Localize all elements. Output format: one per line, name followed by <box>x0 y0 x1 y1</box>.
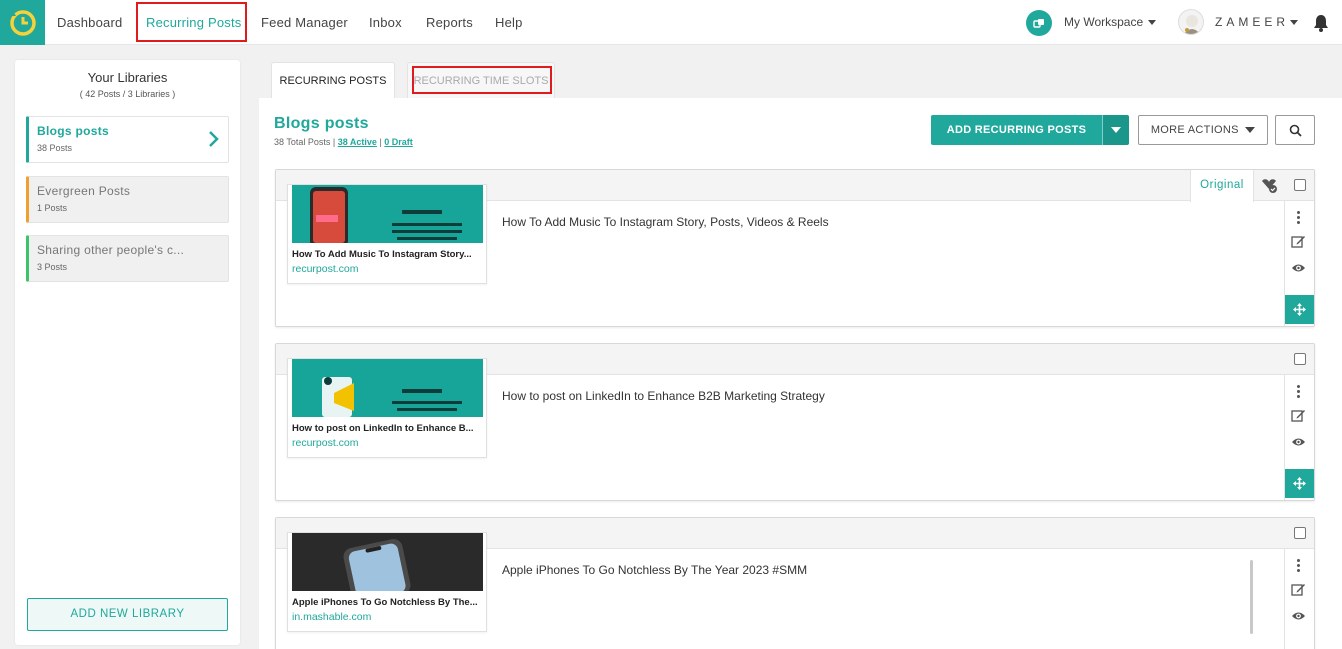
chevron-down-icon <box>1148 20 1157 26</box>
library-sidebar: Your Libraries ( 42 Posts / 3 Libraries … <box>15 60 240 645</box>
eye-icon[interactable] <box>1291 610 1306 622</box>
draft-posts-link[interactable]: 0 Draft <box>384 137 413 147</box>
library-item-evergreen-posts[interactable]: Evergreen Posts 1 Posts <box>26 176 229 223</box>
nav-help[interactable]: Help <box>495 0 523 45</box>
link-preview[interactable]: How to post on LinkedIn to Enhance B... … <box>287 358 487 458</box>
user-dropdown[interactable]: ZAMEER <box>1215 15 1299 29</box>
workspace-label: My Workspace <box>1064 15 1144 29</box>
total-posts: 38 Total Posts <box>274 137 331 147</box>
preview-image <box>292 185 483 243</box>
link-preview[interactable]: How To Add Music To Instagram Story... r… <box>287 184 487 284</box>
library-count: 3 Posts <box>37 262 68 272</box>
preview-url[interactable]: in.mashable.com <box>292 611 371 623</box>
post-select-checkbox[interactable] <box>1294 179 1306 191</box>
preview-title: How to post on LinkedIn to Enhance B... <box>292 423 474 434</box>
workspace-dropdown[interactable]: My Workspace <box>1064 15 1157 29</box>
more-actions-label: MORE ACTIONS <box>1150 124 1239 136</box>
add-recurring-posts-dropdown[interactable] <box>1102 115 1129 145</box>
active-posts-link[interactable]: 38 Active <box>338 137 377 147</box>
nav-feed-manager[interactable]: Feed Manager <box>261 0 348 45</box>
edit-icon[interactable] <box>1291 235 1306 249</box>
preview-title: Apple iPhones To Go Notchless By The... <box>292 597 478 608</box>
library-count: 38 Posts <box>37 143 73 153</box>
libraries-title: Your Libraries <box>87 70 168 85</box>
preview-image <box>292 359 483 417</box>
preview-title: How To Add Music To Instagram Story... <box>292 249 472 260</box>
page-title: Blogs posts <box>274 115 369 132</box>
drag-move-button[interactable] <box>1285 469 1314 498</box>
post-stats: 38 Total Posts | 38 Active | 0 Draft <box>274 137 413 147</box>
post-text: How To Add Music To Instagram Story, Pos… <box>502 215 829 229</box>
social-check-icon[interactable] <box>1260 177 1278 193</box>
more-options-icon[interactable] <box>1297 385 1301 400</box>
top-navbar: Dashboard Recurring Posts Feed Manager I… <box>0 0 1342 45</box>
post-card: How to post on LinkedIn to Enhance B... … <box>275 343 1315 501</box>
caret-down-icon <box>1245 127 1256 134</box>
search-icon <box>1289 124 1302 137</box>
edit-icon[interactable] <box>1291 409 1306 423</box>
drag-move-button[interactable] <box>1285 295 1314 324</box>
nav-reports[interactable]: Reports <box>426 0 473 45</box>
preview-url[interactable]: recurpost.com <box>292 263 359 275</box>
libraries-subtitle: ( 42 Posts / 3 Libraries ) <box>79 89 176 99</box>
eye-icon[interactable] <box>1291 436 1306 448</box>
bell-icon[interactable] <box>1313 14 1329 32</box>
post-select-checkbox[interactable] <box>1294 527 1306 539</box>
preview-url[interactable]: recurpost.com <box>292 437 359 449</box>
highlight-box <box>136 2 247 42</box>
post-text: Apple iPhones To Go Notchless By The Yea… <box>502 563 808 577</box>
search-button[interactable] <box>1275 115 1315 145</box>
move-icon <box>1293 303 1306 316</box>
chevron-down-icon <box>1290 20 1299 26</box>
library-count: 1 Posts <box>37 203 68 213</box>
library-name: Evergreen Posts <box>37 184 131 198</box>
add-new-library-button[interactable]: ADD NEW LIBRARY <box>27 598 228 631</box>
post-select-checkbox[interactable] <box>1294 353 1306 365</box>
tab-recurring-posts[interactable]: RECURRING POSTS <box>271 62 395 99</box>
workspace-icon[interactable] <box>1026 10 1052 36</box>
scrollbar[interactable] <box>1250 560 1253 634</box>
clock-logo-icon <box>9 9 36 36</box>
eye-icon[interactable] <box>1291 262 1306 274</box>
more-actions-button[interactable]: MORE ACTIONS <box>1138 115 1268 145</box>
link-preview[interactable]: Apple iPhones To Go Notchless By The... … <box>287 532 487 632</box>
tab-original[interactable]: Original <box>1190 170 1254 202</box>
library-item-sharing-other[interactable]: Sharing other people's c... 3 Posts <box>26 235 229 282</box>
more-options-icon[interactable] <box>1297 559 1301 574</box>
post-text: How to post on LinkedIn to Enhance B2B M… <box>502 389 825 403</box>
chevron-right-icon <box>209 131 219 147</box>
add-recurring-posts-button[interactable]: ADD RECURRING POSTS <box>931 115 1102 145</box>
post-card: Original How To Add Music To Instagram S… <box>275 169 1315 327</box>
post-card: Apple iPhones To Go Notchless By The... … <box>275 517 1315 649</box>
nav-inbox[interactable]: Inbox <box>369 0 402 45</box>
app-logo[interactable] <box>0 0 45 45</box>
caret-down-icon <box>1111 127 1121 133</box>
main-panel: Blogs posts 38 Total Posts | 38 Active |… <box>259 98 1342 649</box>
avatar[interactable] <box>1178 9 1204 35</box>
edit-icon[interactable] <box>1291 583 1306 597</box>
library-name: Blogs posts <box>37 124 109 138</box>
move-icon <box>1293 477 1306 490</box>
nav-dashboard[interactable]: Dashboard <box>57 0 122 45</box>
library-name: Sharing other people's c... <box>37 243 185 257</box>
user-name: ZAMEER <box>1215 15 1290 29</box>
library-item-blogs-posts[interactable]: Blogs posts 38 Posts <box>26 116 229 163</box>
highlight-box <box>412 66 552 94</box>
preview-image <box>292 533 483 591</box>
more-options-icon[interactable] <box>1297 211 1301 226</box>
